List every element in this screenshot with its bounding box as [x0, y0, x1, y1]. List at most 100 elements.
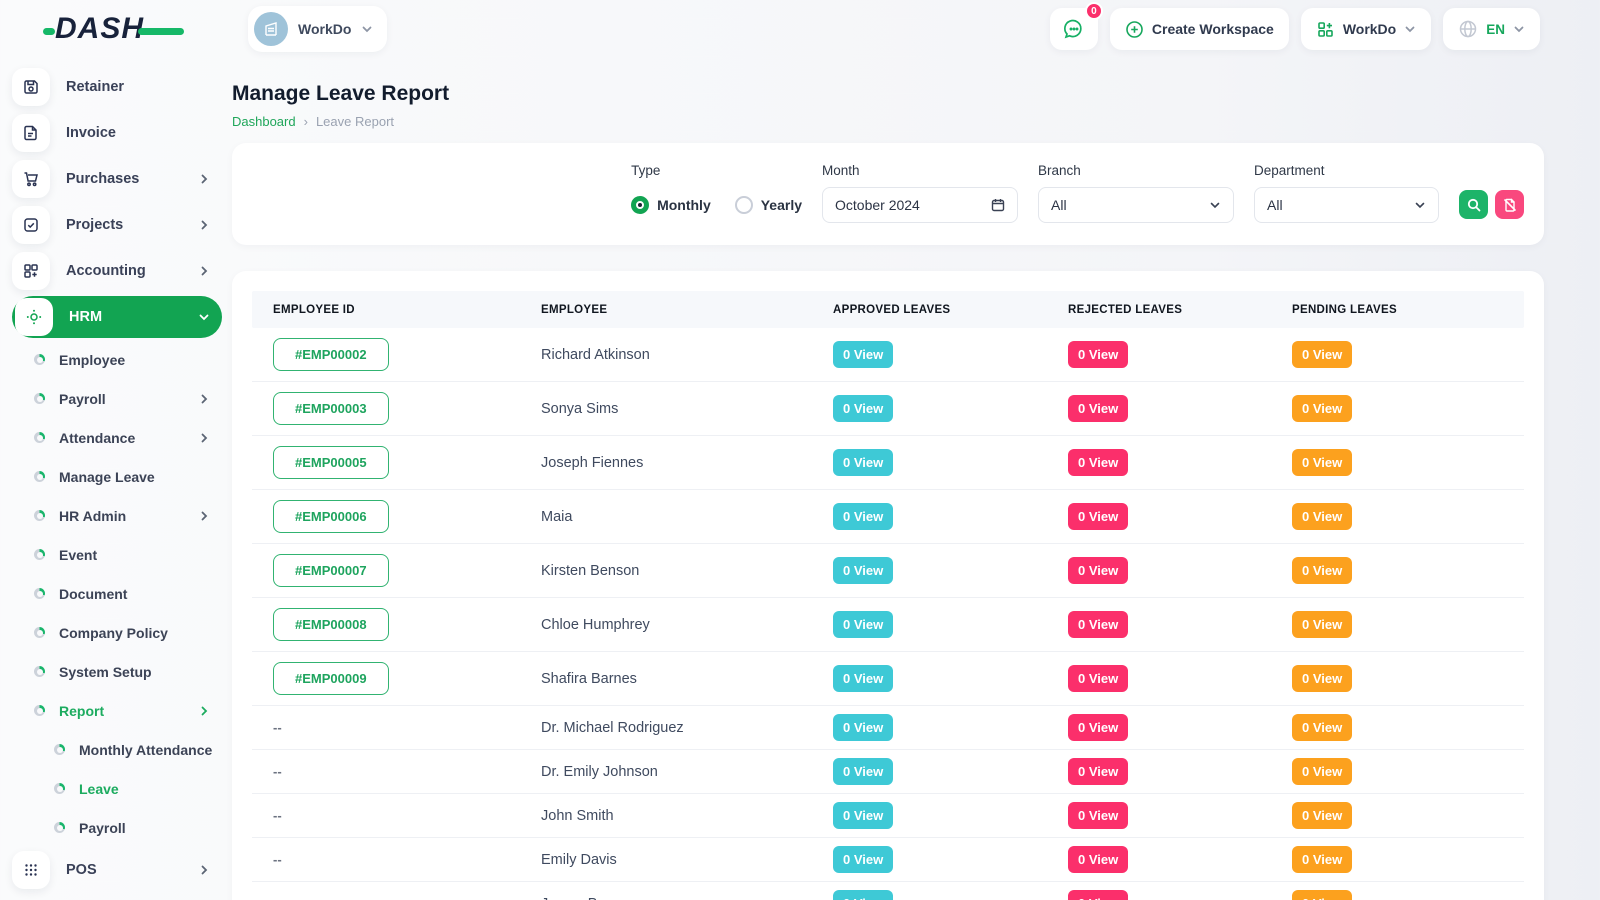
sidebar-label: Projects — [66, 217, 123, 233]
chevron-right-icon — [198, 393, 210, 405]
breadcrumb: Dashboard › Leave Report — [232, 114, 1544, 129]
language-selector[interactable]: EN — [1443, 8, 1540, 50]
employee-id-button[interactable]: #EMP00007 — [273, 554, 389, 587]
approved-leaves-view-badge[interactable]: 0 View — [833, 611, 893, 638]
approved-leaves-view-badge[interactable]: 0 View — [833, 395, 893, 422]
table-body: #EMP00002 Richard Atkinson 0 View 0 View… — [252, 328, 1524, 900]
employee-id-button[interactable]: #EMP00005 — [273, 446, 389, 479]
pending-leaves-view-badge[interactable]: 0 View — [1292, 557, 1352, 584]
plus-circle-icon — [1125, 20, 1144, 39]
sidebar-item-report[interactable]: Report — [12, 691, 222, 730]
month-filter: Month October 2024 — [822, 163, 1018, 223]
rejected-leaves-view-badge[interactable]: 0 View — [1068, 449, 1128, 476]
employee-id-button[interactable]: #EMP00002 — [273, 338, 389, 371]
sidebar-item-event[interactable]: Event — [12, 535, 222, 574]
rejected-leaves-view-badge[interactable]: 0 View — [1068, 395, 1128, 422]
pending-leaves-view-badge[interactable]: 0 View — [1292, 341, 1352, 368]
pending-leaves-view-badge[interactable]: 0 View — [1292, 890, 1352, 900]
bullet-icon — [54, 822, 65, 833]
approved-leaves-view-badge[interactable]: 0 View — [833, 714, 893, 741]
department-label: Department — [1254, 163, 1439, 178]
approved-leaves-view-badge[interactable]: 0 View — [833, 802, 893, 829]
rejected-leaves-view-badge[interactable]: 0 View — [1068, 890, 1128, 900]
sidebar-item-monthly-attendance[interactable]: Monthly Attendance — [12, 730, 222, 769]
approved-leaves-view-badge[interactable]: 0 View — [833, 665, 893, 692]
approved-leaves-view-badge[interactable]: 0 View — [833, 503, 893, 530]
sidebar-label: POS — [66, 862, 97, 878]
pending-leaves-view-badge[interactable]: 0 View — [1292, 395, 1352, 422]
employee-id-button[interactable]: #EMP00006 — [273, 500, 389, 533]
sidebar-item-retainer[interactable]: Retainer — [12, 64, 222, 110]
rejected-leaves-view-badge[interactable]: 0 View — [1068, 714, 1128, 741]
sidebar-item-leave[interactable]: Leave — [12, 769, 222, 808]
sidebar-item-document[interactable]: Document — [12, 574, 222, 613]
breadcrumb-dashboard-link[interactable]: Dashboard — [232, 114, 296, 129]
approved-leaves-view-badge[interactable]: 0 View — [833, 758, 893, 785]
sidebar-item-pos[interactable]: POS — [12, 847, 222, 893]
chevron-down-icon — [1414, 199, 1426, 211]
rejected-leaves-view-badge[interactable]: 0 View — [1068, 557, 1128, 584]
table-row: #EMP00006 Maia 0 View 0 View 0 View — [252, 490, 1524, 544]
create-workspace-button[interactable]: Create Workspace — [1110, 8, 1289, 50]
search-button[interactable] — [1459, 190, 1488, 219]
bullet-icon — [54, 783, 65, 794]
sidebar-item-payroll[interactable]: Payroll — [12, 379, 222, 418]
approved-leaves-view-badge[interactable]: 0 View — [833, 846, 893, 873]
sidebar-item-attendance[interactable]: Attendance — [12, 418, 222, 457]
sidebar-item-projects[interactable]: Projects — [12, 202, 222, 248]
sidebar-item-hrm[interactable]: HRM — [12, 296, 222, 338]
bullet-icon — [34, 393, 45, 404]
sidebar-item-employee[interactable]: Employee — [12, 340, 222, 379]
employee-id-button[interactable]: #EMP00009 — [273, 662, 389, 695]
employee-id-button[interactable]: #EMP00008 — [273, 608, 389, 641]
pending-leaves-view-badge[interactable]: 0 View — [1292, 758, 1352, 785]
projects-check-icon — [12, 206, 50, 244]
pending-leaves-view-badge[interactable]: 0 View — [1292, 665, 1352, 692]
pending-leaves-view-badge[interactable]: 0 View — [1292, 714, 1352, 741]
reset-button[interactable] — [1495, 190, 1524, 219]
workspace-dropdown[interactable]: WorkDo — [1301, 8, 1431, 50]
sidebar-label: Payroll — [59, 391, 106, 407]
pending-leaves-view-badge[interactable]: 0 View — [1292, 503, 1352, 530]
sidebar-item-hr-admin[interactable]: HR Admin — [12, 496, 222, 535]
leave-report-table-card: EMPLOYEE ID EMPLOYEE APPROVED LEAVES REJ… — [232, 271, 1544, 900]
radio-yearly[interactable]: Yearly — [735, 196, 802, 214]
sidebar-item-company-policy[interactable]: Company Policy — [12, 613, 222, 652]
approved-leaves-view-badge[interactable]: 0 View — [833, 449, 893, 476]
table-row: #EMP00008 Chloe Humphrey 0 View 0 View 0… — [252, 598, 1524, 652]
rejected-leaves-view-badge[interactable]: 0 View — [1068, 341, 1128, 368]
sidebar-label: Purchases — [66, 171, 139, 187]
rejected-leaves-view-badge[interactable]: 0 View — [1068, 503, 1128, 530]
month-input[interactable]: October 2024 — [822, 187, 1018, 223]
pending-leaves-view-badge[interactable]: 0 View — [1292, 802, 1352, 829]
column-header-employee-id: EMPLOYEE ID — [273, 304, 541, 316]
rejected-leaves-view-badge[interactable]: 0 View — [1068, 758, 1128, 785]
radio-monthly[interactable]: Monthly — [631, 196, 711, 214]
filter-buttons — [1459, 190, 1524, 223]
pending-leaves-view-badge[interactable]: 0 View — [1292, 449, 1352, 476]
sidebar-item-system-setup[interactable]: System Setup — [12, 652, 222, 691]
approved-leaves-view-badge[interactable]: 0 View — [833, 557, 893, 584]
employee-id-button[interactable]: #EMP00003 — [273, 392, 389, 425]
approved-leaves-view-badge[interactable]: 0 View — [833, 890, 893, 900]
employee-name: James Brown — [541, 896, 833, 900]
sidebar-item-report-payroll[interactable]: Payroll — [12, 808, 222, 847]
sidebar-label: Payroll — [79, 820, 126, 836]
sidebar-item-invoice[interactable]: Invoice — [12, 110, 222, 156]
approved-leaves-view-badge[interactable]: 0 View — [833, 341, 893, 368]
messages-button[interactable]: 0 — [1050, 8, 1098, 50]
branch-select[interactable]: All — [1038, 187, 1234, 223]
sidebar-item-manage-leave[interactable]: Manage Leave — [12, 457, 222, 496]
pending-leaves-view-badge[interactable]: 0 View — [1292, 611, 1352, 638]
sidebar-item-accounting[interactable]: Accounting — [12, 248, 222, 294]
rejected-leaves-view-badge[interactable]: 0 View — [1068, 665, 1128, 692]
employee-name: Sonya Sims — [541, 401, 833, 417]
rejected-leaves-view-badge[interactable]: 0 View — [1068, 802, 1128, 829]
sidebar-item-purchases[interactable]: Purchases — [12, 156, 222, 202]
rejected-leaves-view-badge[interactable]: 0 View — [1068, 611, 1128, 638]
workspace-selector[interactable]: WorkDo — [248, 6, 387, 52]
employee-name: Shafira Barnes — [541, 671, 833, 687]
rejected-leaves-view-badge[interactable]: 0 View — [1068, 846, 1128, 873]
department-select[interactable]: All — [1254, 187, 1439, 223]
pending-leaves-view-badge[interactable]: 0 View — [1292, 846, 1352, 873]
